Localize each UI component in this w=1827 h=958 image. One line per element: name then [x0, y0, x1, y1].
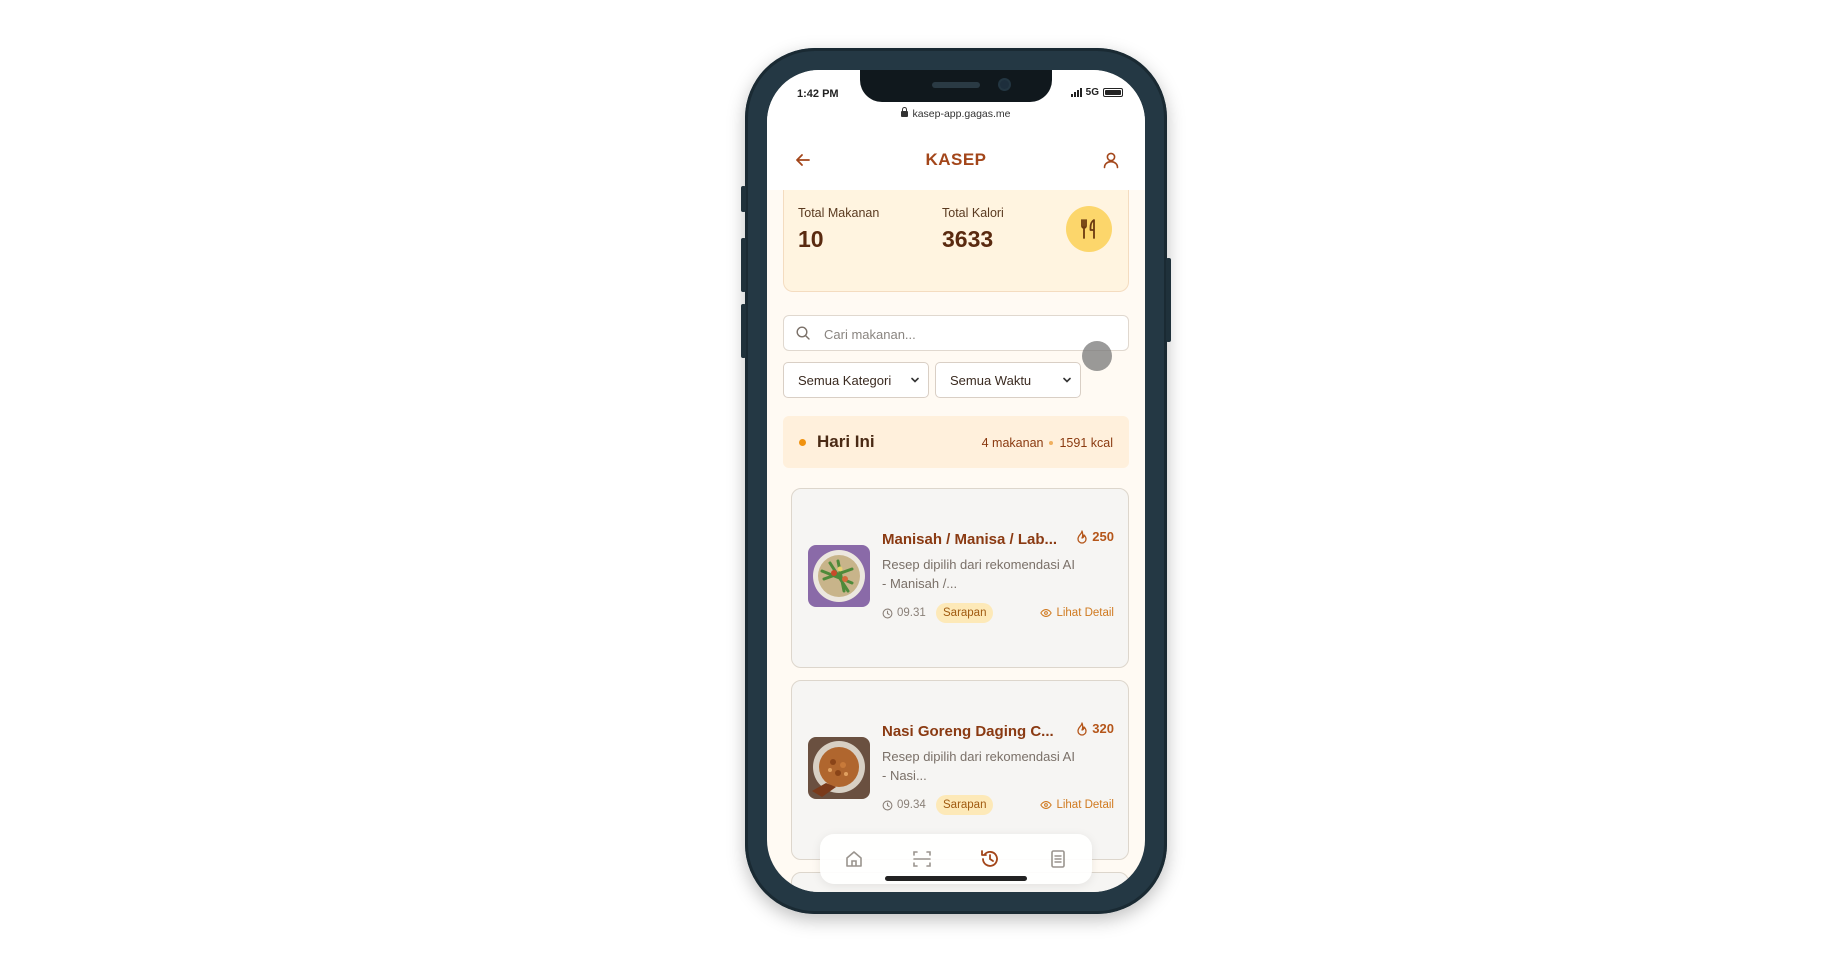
meal-time-value: 09.31 [897, 607, 926, 619]
search-input[interactable] [822, 316, 1116, 352]
meal-description: Resep dipilih dari rekomendasi AI - Mani… [882, 557, 1075, 591]
status-time: 1:42 PM [797, 88, 839, 100]
group-count: 4 makanan [981, 436, 1044, 450]
network-type: 5G [1085, 87, 1099, 98]
flame-icon [1077, 721, 1087, 736]
cutlery-icon [1081, 219, 1095, 239]
home-indicator [885, 876, 1027, 881]
search-box [783, 315, 1129, 352]
meal-card[interactable]: Nasi Goreng Daging C... 320 Resep dipili… [791, 680, 1129, 860]
history-icon[interactable] [979, 848, 1001, 870]
meal-card[interactable]: Manisah / Manisa / Lab... 250 Resep dipi… [791, 488, 1129, 668]
flame-icon [1077, 529, 1087, 544]
scan-icon[interactable] [911, 848, 933, 870]
group-kcal: 1591 kcal [1059, 436, 1113, 450]
meal-category-badge: Sarapan [936, 795, 994, 815]
phone-frame: 1:42 PM 5G kasep-app.gagas.me KASEP Tota… [741, 48, 1171, 914]
time-select-value: Semua Waktu [950, 373, 1032, 388]
meal-calories-value: 320 [1092, 721, 1114, 736]
meta-separator [1049, 441, 1054, 445]
url-text: kasep-app.gagas.me [912, 108, 1011, 120]
battery-icon [1103, 88, 1123, 97]
view-detail-label: Lihat Detail [1056, 607, 1114, 619]
meal-calories-value: 250 [1092, 529, 1114, 544]
view-detail-link[interactable]: Lihat Detail [1040, 799, 1114, 811]
group-title: Hari Ini [817, 432, 875, 451]
signal-icon [1070, 88, 1082, 97]
category-select-value: Semua Kategori [798, 373, 892, 388]
power-button [1166, 258, 1171, 342]
app-header: KASEP [767, 130, 1145, 190]
day-group-header: Hari Ini 4 makanan 1591 kcal [783, 416, 1129, 468]
chevron-down-icon [1063, 377, 1071, 383]
search-icon [796, 326, 810, 340]
phone-screen: 1:42 PM 5G kasep-app.gagas.me KASEP Tota… [767, 70, 1145, 892]
group-meta: 4 makanan 1591 kcal [982, 436, 1113, 450]
notch [860, 70, 1052, 102]
group-dot [799, 439, 806, 446]
clock-icon [882, 800, 893, 810]
notes-icon[interactable] [1047, 848, 1069, 870]
category-select[interactable]: Semua Kategori [783, 362, 929, 398]
total-calories-label: Total Kalori [942, 206, 1004, 220]
meal-time: 09.34 [882, 799, 926, 811]
view-detail-link[interactable]: Lihat Detail [1040, 607, 1114, 619]
touch-indicator [1082, 341, 1112, 371]
meal-time: 09.31 [882, 607, 926, 619]
user-profile-icon[interactable] [1101, 150, 1121, 170]
total-food-value: 10 [798, 226, 824, 252]
volume-down-button [741, 304, 746, 358]
eye-icon [1040, 801, 1053, 809]
eye-icon [1040, 609, 1053, 617]
volume-up-button [741, 238, 746, 292]
cutlery-badge [1066, 206, 1112, 252]
meal-time-value: 09.34 [897, 799, 926, 811]
status-indicators: 5G [1070, 87, 1123, 98]
meal-calories: 250 [1076, 529, 1114, 544]
meal-thumbnail [808, 545, 870, 607]
total-food-label: Total Makanan [798, 206, 880, 220]
meal-thumbnail [808, 737, 870, 799]
meal-description: Resep dipilih dari rekomendasi AI - Nasi… [882, 749, 1075, 783]
mute-switch [741, 186, 746, 212]
meal-name: Manisah / Manisa / Lab... [882, 531, 1058, 548]
home-icon[interactable] [843, 848, 865, 870]
address-bar[interactable]: kasep-app.gagas.me [767, 107, 1145, 120]
total-calories-value: 3633 [942, 226, 994, 252]
chevron-down-icon [911, 377, 919, 383]
clock-icon [882, 608, 893, 618]
time-select[interactable]: Semua Waktu [935, 362, 1081, 398]
meal-calories: 320 [1076, 721, 1114, 736]
lock-icon [901, 107, 909, 117]
app-title: KASEP [925, 150, 987, 169]
view-detail-label: Lihat Detail [1056, 799, 1114, 811]
meal-category-badge: Sarapan [936, 603, 994, 623]
meal-name: Nasi Goreng Daging C... [882, 723, 1054, 740]
summary-card: Total Makanan 10 Total Kalori 3633 [783, 190, 1129, 292]
